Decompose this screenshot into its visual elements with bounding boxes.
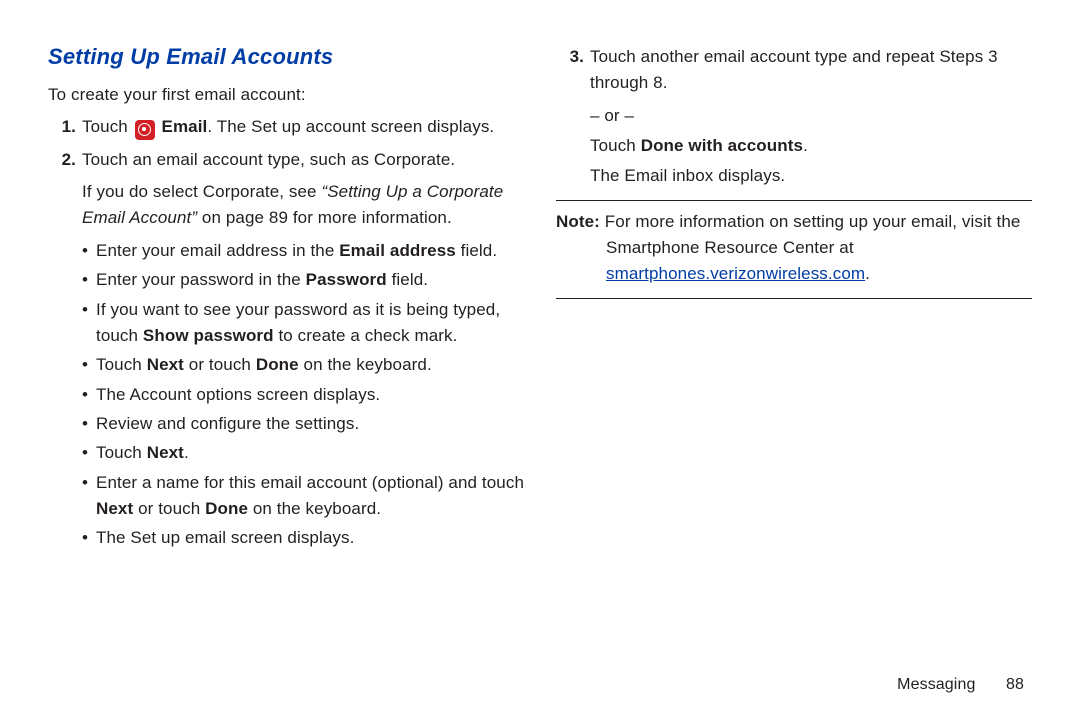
done-accounts-line: Touch Done with accounts. xyxy=(590,133,1032,159)
note-label: Note: xyxy=(556,212,600,231)
list-item: The Account options screen displays. xyxy=(82,382,524,408)
list-item: Enter your email address in the Email ad… xyxy=(82,238,524,264)
list-item: If you want to see your password as it i… xyxy=(82,297,524,350)
step-number: 3. xyxy=(556,44,584,70)
note-rule-bottom xyxy=(556,298,1032,299)
step-number: 2. xyxy=(48,147,76,173)
list-item: Enter a name for this email account (opt… xyxy=(82,470,524,523)
step-number: 1. xyxy=(48,114,76,140)
step-1: 1. Touch Email. The Set up account scree… xyxy=(48,114,524,140)
steps-list-right: 3. Touch another email account type and … xyxy=(556,44,1032,97)
footer-page-number: 88 xyxy=(1006,673,1024,698)
section-heading: Setting Up Email Accounts xyxy=(48,40,524,74)
or-separator: – or – xyxy=(590,103,1032,129)
resource-link[interactable]: smartphones.verizonwireless.com xyxy=(606,264,865,283)
step-2: 2. Touch an email account type, such as … xyxy=(48,147,524,173)
list-item: The Set up email screen displays. xyxy=(82,525,524,551)
inbox-displays-line: The Email inbox displays. xyxy=(590,163,1032,189)
list-item: Touch Next. xyxy=(82,440,524,466)
sub-steps-list: Enter your email address in the Email ad… xyxy=(82,238,524,552)
email-label: Email xyxy=(162,117,208,136)
footer-section: Messaging xyxy=(897,676,975,693)
manual-page: Setting Up Email Accounts To create your… xyxy=(0,0,1080,720)
list-item: Review and configure the settings. xyxy=(82,411,524,437)
email-app-icon xyxy=(135,120,155,140)
left-column: Setting Up Email Accounts To create your… xyxy=(48,40,524,555)
note-block: Note: For more information on setting up… xyxy=(556,209,1032,288)
steps-list: 1. Touch Email. The Set up account scree… xyxy=(48,114,524,173)
step-2-text: Touch an email account type, such as Cor… xyxy=(82,150,455,169)
step-3-text: Touch another email account type and rep… xyxy=(590,47,998,92)
corporate-note: If you do select Corporate, see “Setting… xyxy=(82,179,524,232)
list-item: Touch Next or touch Done on the keyboard… xyxy=(82,352,524,378)
page-footer: Messaging 88 xyxy=(897,673,1024,698)
note-text: Note: For more information on setting up… xyxy=(556,209,1032,288)
intro-text: To create your first email account: xyxy=(48,82,524,108)
right-column: 3. Touch another email account type and … xyxy=(556,40,1032,555)
two-column-layout: Setting Up Email Accounts To create your… xyxy=(48,40,1032,555)
step-3: 3. Touch another email account type and … xyxy=(556,44,1032,97)
step-1-text: Touch Email. The Set up account screen d… xyxy=(82,117,494,136)
note-rule-top xyxy=(556,200,1032,201)
list-item: Enter your password in the Password fiel… xyxy=(82,267,524,293)
